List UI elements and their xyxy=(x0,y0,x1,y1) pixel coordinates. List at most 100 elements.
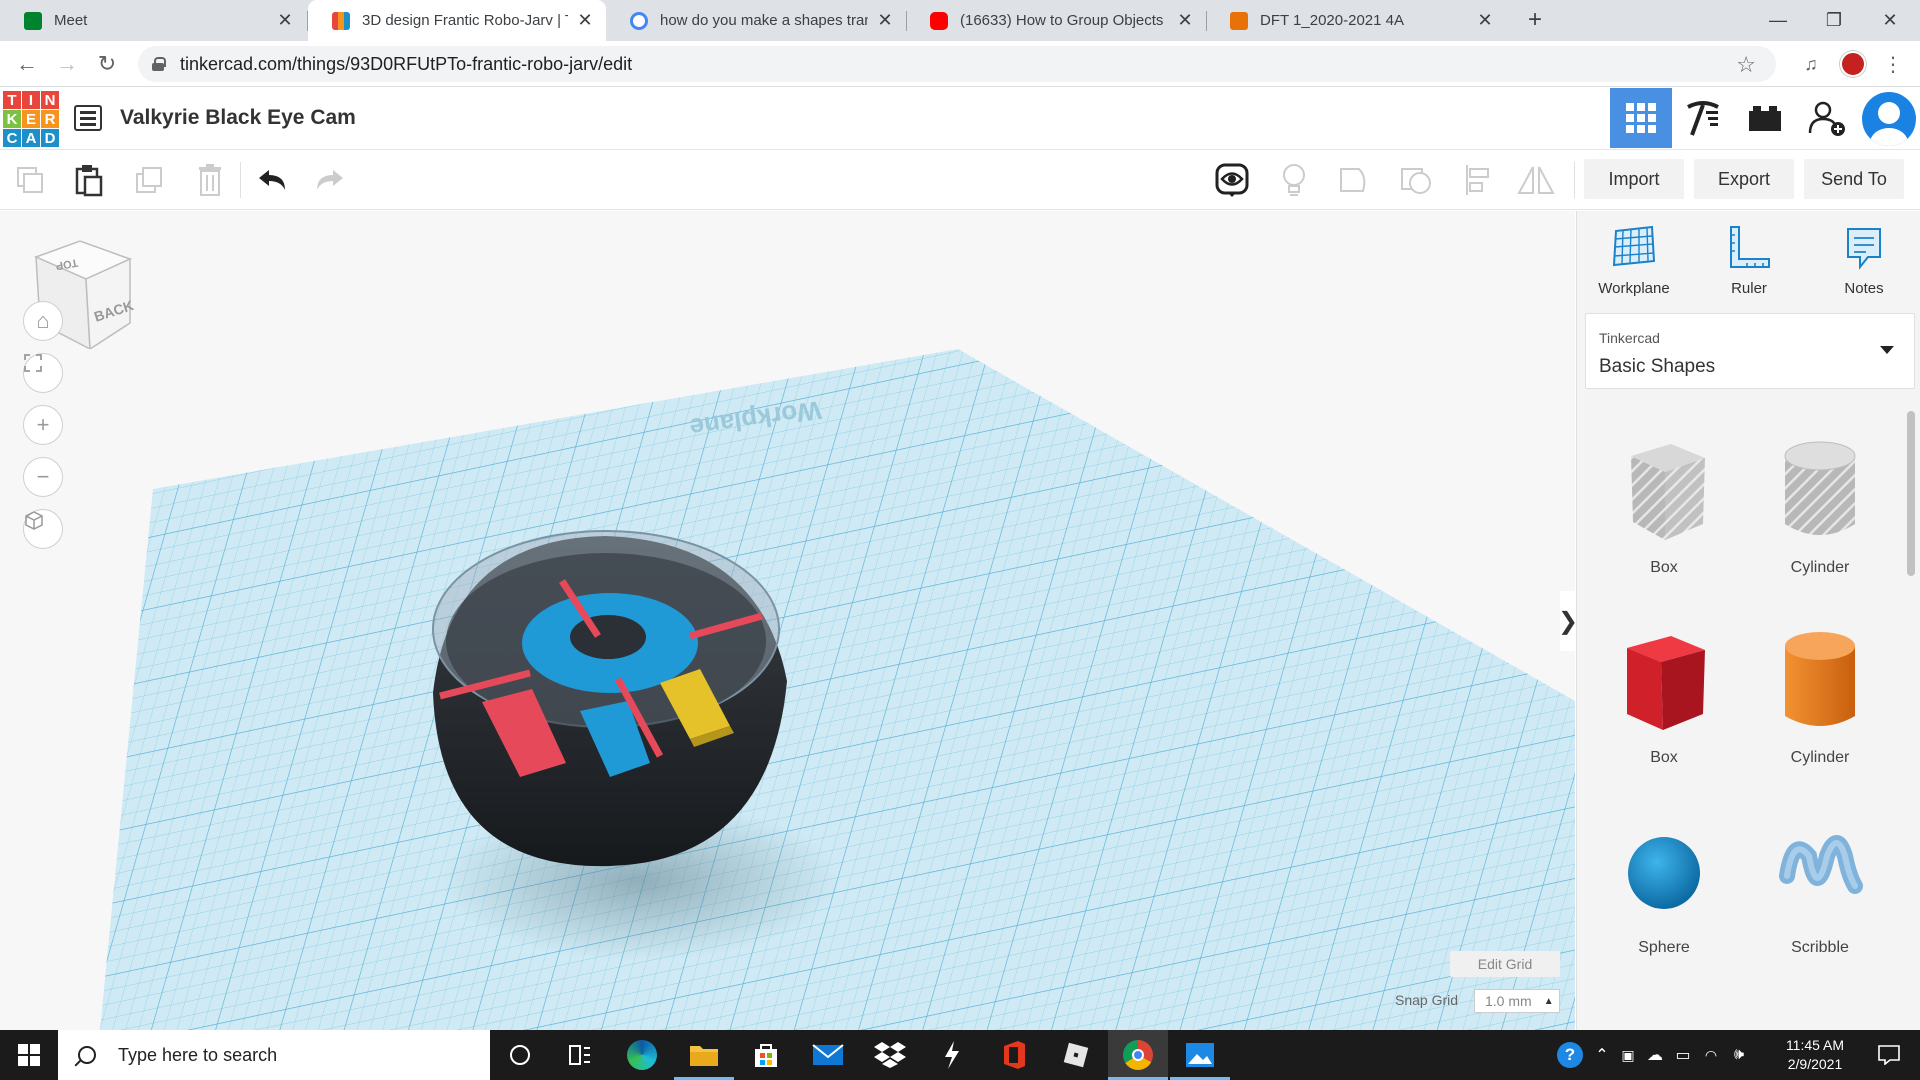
tab-tinkercad[interactable]: 3D design Frantic Robo-Jarv | Tin ✕ xyxy=(308,0,606,41)
close-window-button[interactable]: ✕ xyxy=(1862,0,1918,41)
mirror-icon[interactable] xyxy=(1516,160,1556,200)
reload-button[interactable]: ↻ xyxy=(90,47,124,81)
group-icon[interactable] xyxy=(1334,160,1374,200)
volume-icon[interactable]: 🕪 xyxy=(1726,1030,1752,1080)
logo-letter: I xyxy=(22,91,40,109)
3d-design-view-button[interactable] xyxy=(1610,88,1672,148)
tab-youtube[interactable]: (16633) How to Group Objects in ✕ xyxy=(906,0,1206,41)
streamlabs-app[interactable] xyxy=(922,1030,982,1080)
tab-google-search[interactable]: how do you make a shapes trans ✕ xyxy=(606,0,906,41)
profile-avatar-icon[interactable] xyxy=(1840,51,1866,77)
cortana-button[interactable] xyxy=(490,1030,550,1080)
align-icon[interactable] xyxy=(1458,160,1498,200)
paste-icon[interactable] xyxy=(68,160,108,200)
add-user-button[interactable] xyxy=(1796,88,1858,148)
chevron-up-icon[interactable]: ⌃ xyxy=(1590,1030,1614,1080)
shape-cylinder[interactable]: Cylinder xyxy=(1742,626,1898,767)
wifi-icon[interactable]: ◠ xyxy=(1698,1030,1724,1080)
address-bar[interactable]: tinkercad.com/things/93D0RFUtPTo-frantic… xyxy=(138,46,1776,82)
chrome-app[interactable] xyxy=(1108,1030,1168,1080)
task-view-button[interactable] xyxy=(550,1030,610,1080)
chrome-menu-icon[interactable]: ⋮ xyxy=(1880,51,1906,77)
zoom-out-button[interactable]: − xyxy=(23,457,63,497)
redo-icon[interactable] xyxy=(310,160,350,200)
onedrive-cloud-icon[interactable]: ☁ xyxy=(1642,1030,1668,1080)
photos-app[interactable] xyxy=(1170,1030,1230,1080)
design-title[interactable]: Valkyrie Black Eye Cam xyxy=(120,106,356,130)
store-app[interactable] xyxy=(736,1030,796,1080)
media-control-icon[interactable]: ♫ xyxy=(1798,51,1824,77)
shape-library-select[interactable]: Tinkercad Basic Shapes xyxy=(1585,313,1915,389)
url-text[interactable]: tinkercad.com/things/93D0RFUtPTo-frantic… xyxy=(180,54,632,75)
dropbox-icon xyxy=(874,1042,906,1068)
file-explorer-app[interactable] xyxy=(674,1030,734,1080)
meet-now-icon[interactable]: ▣ xyxy=(1616,1030,1640,1080)
logo-letter: N xyxy=(41,91,59,109)
design-list-icon[interactable] xyxy=(74,105,102,131)
taskbar-search[interactable]: Type here to search xyxy=(58,1030,490,1080)
shape-cylinder-hole[interactable]: Cylinder xyxy=(1742,436,1898,577)
shape-box[interactable]: Box xyxy=(1586,626,1742,767)
close-icon[interactable]: ✕ xyxy=(1176,10,1194,31)
snap-grid-select[interactable]: 1.0 mm ▲ xyxy=(1474,989,1560,1013)
edge-app[interactable] xyxy=(612,1030,672,1080)
tab-classroom[interactable]: DFT 1_2020-2021 4A ✕ xyxy=(1206,0,1506,41)
start-button[interactable] xyxy=(0,1030,58,1080)
panel-collapse-handle[interactable]: ❯ xyxy=(1558,591,1575,651)
notifications-icon[interactable] xyxy=(1866,1030,1912,1080)
close-icon[interactable]: ✕ xyxy=(876,10,894,31)
help-tray-icon[interactable]: ? xyxy=(1552,1030,1588,1080)
office-app[interactable] xyxy=(984,1030,1044,1080)
bricks-view-button[interactable] xyxy=(1734,88,1796,148)
tinkercad-header: T I N K E R C A D Valkyrie Black Eye Cam xyxy=(0,88,1920,150)
home-view-button[interactable]: ⌂ xyxy=(23,301,63,341)
zoom-in-button[interactable]: + xyxy=(23,405,63,445)
notes-lightbulb-icon[interactable] xyxy=(1274,160,1314,200)
fit-view-button[interactable] xyxy=(23,353,63,393)
roblox-app[interactable] xyxy=(1046,1030,1106,1080)
import-button[interactable]: Import xyxy=(1584,159,1684,199)
shape-box-hole[interactable]: Box xyxy=(1586,436,1742,577)
close-icon[interactable]: ✕ xyxy=(276,10,294,31)
workplane-canvas[interactable]: Workplane xyxy=(0,211,1575,1030)
ruler-tool-button[interactable]: Ruler xyxy=(1699,225,1799,297)
battery-icon[interactable]: ▭ xyxy=(1670,1030,1696,1080)
dropbox-app[interactable] xyxy=(860,1030,920,1080)
panel-scrollbar[interactable] xyxy=(1907,411,1915,576)
delete-icon[interactable] xyxy=(190,160,230,200)
close-icon[interactable]: ✕ xyxy=(1476,10,1494,31)
mail-app[interactable] xyxy=(798,1030,858,1080)
codeblocks-view-button[interactable] xyxy=(1672,88,1734,148)
search-icon xyxy=(78,1046,96,1064)
shape-scribble[interactable]: Scribble xyxy=(1742,816,1898,957)
send-to-button[interactable]: Send To xyxy=(1804,159,1904,199)
back-button[interactable]: ← xyxy=(10,47,44,81)
undo-icon[interactable] xyxy=(252,160,292,200)
perspective-toggle-button[interactable] xyxy=(23,509,63,549)
lock-icon[interactable] xyxy=(152,57,166,71)
bookmark-star-icon[interactable]: ☆ xyxy=(1736,52,1756,78)
show-all-icon[interactable] xyxy=(1212,160,1252,200)
copy-icon[interactable] xyxy=(10,160,50,200)
photos-icon xyxy=(1186,1043,1214,1067)
minimize-button[interactable]: — xyxy=(1750,0,1806,41)
tab-title: (16633) How to Group Objects in xyxy=(960,12,1168,29)
folder-icon xyxy=(690,1046,718,1066)
user-avatar[interactable] xyxy=(1862,92,1916,146)
tab-meet[interactable]: Meet ✕ xyxy=(0,0,306,41)
3d-workspace[interactable]: Workplane TOP BACK ⌂ + − Edit Grid Snap … xyxy=(0,211,1575,1030)
export-button[interactable]: Export xyxy=(1694,159,1794,199)
new-tab-button[interactable]: + xyxy=(1520,6,1550,36)
maximize-button[interactable]: ❐ xyxy=(1806,0,1862,41)
ungroup-icon[interactable] xyxy=(1396,160,1436,200)
notes-tool-button[interactable]: Notes xyxy=(1814,225,1914,297)
duplicate-icon[interactable] xyxy=(130,160,170,200)
forward-button[interactable]: → xyxy=(50,47,84,81)
shape-label: Cylinder xyxy=(1790,559,1850,576)
workplane-tool-button[interactable]: Workplane xyxy=(1584,225,1684,297)
shape-sphere[interactable]: Sphere xyxy=(1586,816,1742,957)
system-clock[interactable]: 11:45 AM 2/9/2021 xyxy=(1770,1036,1860,1074)
tinkercad-logo[interactable]: T I N K E R C A D xyxy=(3,91,59,147)
edit-grid-button[interactable]: Edit Grid xyxy=(1450,951,1560,977)
close-icon[interactable]: ✕ xyxy=(576,10,594,31)
